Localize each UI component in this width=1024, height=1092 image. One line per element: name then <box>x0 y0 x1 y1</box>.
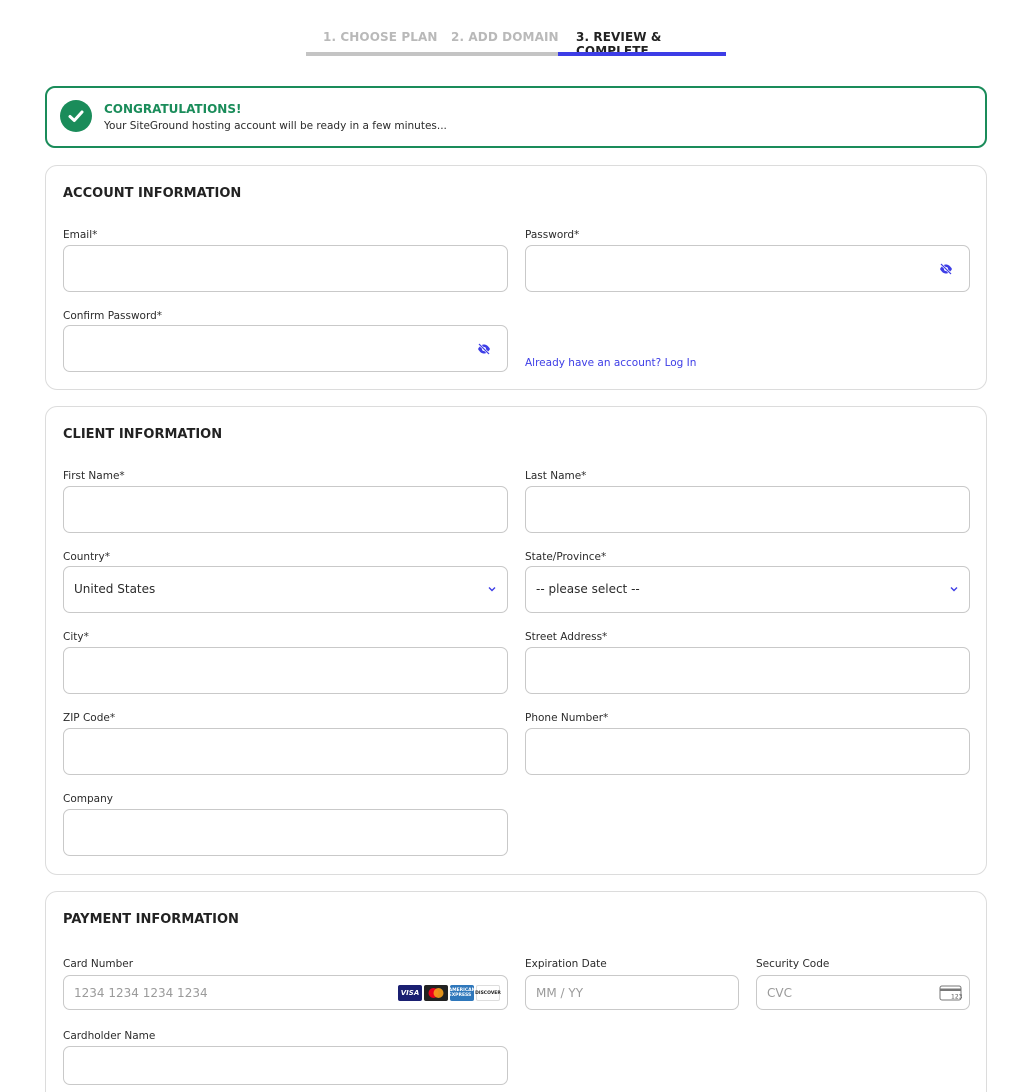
state-selected-value: -- please select -- <box>536 582 640 596</box>
confirm-password-input[interactable] <box>64 326 507 371</box>
card-number-field[interactable]: VISA AMERICAN EXPRESS DISCOVER <box>63 975 508 1010</box>
country-label: Country* <box>63 551 110 563</box>
phone-number-input[interactable] <box>526 729 969 774</box>
step-add-domain[interactable]: 2. ADD DOMAIN <box>451 30 559 44</box>
client-information-title: CLIENT INFORMATION <box>63 427 223 442</box>
confirm-password-label: Confirm Password* <box>63 310 163 322</box>
security-code-input[interactable] <box>757 976 969 1009</box>
chevron-down-icon <box>950 587 958 592</box>
zip-code-label: ZIP Code* <box>63 712 116 724</box>
country-selected-value: United States <box>74 582 156 596</box>
email-input[interactable] <box>64 246 507 291</box>
street-address-input[interactable] <box>526 648 969 693</box>
password-field[interactable] <box>525 245 970 292</box>
zip-code-input[interactable] <box>64 729 507 774</box>
email-field[interactable] <box>63 245 508 292</box>
payment-information-title: PAYMENT INFORMATION <box>63 912 239 927</box>
zip-code-field[interactable] <box>63 728 508 775</box>
password-label: Password* <box>525 229 580 241</box>
check-circle-icon <box>60 100 92 132</box>
chevron-down-icon <box>488 587 496 592</box>
last-name-input[interactable] <box>526 487 969 532</box>
card-brand-logos: VISA AMERICAN EXPRESS DISCOVER <box>398 985 501 1001</box>
discover-logo-icon: DISCOVER <box>475 985 501 1001</box>
card-number-label: Card Number <box>63 958 134 970</box>
first-name-field[interactable] <box>63 486 508 533</box>
account-information-card: ACCOUNT INFORMATION Email* Password* Con… <box>45 165 987 390</box>
cardholder-name-field[interactable] <box>63 1046 508 1085</box>
eye-off-icon[interactable] <box>477 343 491 355</box>
last-name-label: Last Name* <box>525 470 587 482</box>
city-input[interactable] <box>64 648 507 693</box>
company-label: Company <box>63 793 113 805</box>
city-label: City* <box>63 631 89 643</box>
account-information-title: ACCOUNT INFORMATION <box>63 186 242 201</box>
first-name-input[interactable] <box>64 487 507 532</box>
security-code-field[interactable]: 123 <box>756 975 970 1010</box>
country-select[interactable]: United States <box>63 566 508 613</box>
expiration-date-field[interactable] <box>525 975 739 1010</box>
banner-title: CONGRATULATIONS! <box>104 102 242 116</box>
step-choose-plan[interactable]: 1. CHOOSE PLAN <box>323 30 438 44</box>
security-code-label: Security Code <box>756 958 830 970</box>
phone-number-field[interactable] <box>525 728 970 775</box>
expiration-date-input[interactable] <box>526 976 738 1009</box>
eye-off-icon[interactable] <box>939 263 953 275</box>
cardholder-name-input[interactable] <box>64 1047 507 1084</box>
client-information-card: CLIENT INFORMATION First Name* Last Name… <box>45 406 987 875</box>
mastercard-logo-icon <box>424 985 448 1001</box>
first-name-label: First Name* <box>63 470 125 482</box>
payment-information-card: PAYMENT INFORMATION Card Number VISA AME… <box>45 891 987 1092</box>
company-input[interactable] <box>64 810 507 855</box>
success-banner: CONGRATULATIONS! Your SiteGround hosting… <box>45 86 987 148</box>
state-select[interactable]: -- please select -- <box>525 566 970 613</box>
company-field[interactable] <box>63 809 508 856</box>
phone-number-label: Phone Number* <box>525 712 609 724</box>
street-address-label: Street Address* <box>525 631 608 643</box>
cvc-card-digits: 123 <box>951 994 963 1001</box>
email-label: Email* <box>63 229 98 241</box>
city-field[interactable] <box>63 647 508 694</box>
street-address-field[interactable] <box>525 647 970 694</box>
cvc-card-icon: 123 <box>939 985 963 1001</box>
state-label: State/Province* <box>525 551 607 563</box>
confirm-password-field[interactable] <box>63 325 508 372</box>
password-input[interactable] <box>526 246 969 291</box>
cardholder-name-label: Cardholder Name <box>63 1030 156 1042</box>
steps-progress-done <box>306 52 558 56</box>
checkout-steps: 1. CHOOSE PLAN 2. ADD DOMAIN 3. REVIEW &… <box>306 30 726 58</box>
visa-logo-icon: VISA <box>398 985 422 1001</box>
steps-progress-active <box>558 52 726 56</box>
expiration-date-label: Expiration Date <box>525 958 607 970</box>
login-link[interactable]: Already have an account? Log In <box>525 357 696 369</box>
banner-message: Your SiteGround hosting account will be … <box>104 120 447 132</box>
last-name-field[interactable] <box>525 486 970 533</box>
amex-logo-icon: AMERICAN EXPRESS <box>449 985 475 1001</box>
